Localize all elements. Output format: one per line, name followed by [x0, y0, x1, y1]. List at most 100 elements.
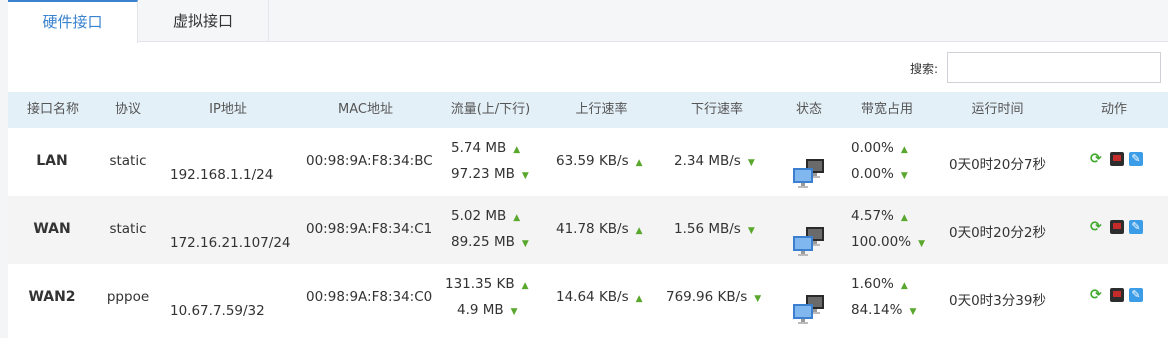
- download-rate: 769.96 KB/s ▼: [666, 289, 761, 305]
- upload-rate-value: 63.59 KB/s: [556, 153, 629, 169]
- download-rate-value: 2.34 MB/s: [674, 153, 741, 169]
- traffic-down: 4.9 MB ▼: [457, 302, 518, 318]
- upload-rate: 14.64 KB/s ▲: [556, 289, 643, 305]
- ip-address: 192.168.1.1/24: [170, 167, 274, 183]
- uptime: 0天0时20分2秒: [949, 225, 1046, 241]
- column-header-traffic[interactable]: 流量(上/下行): [433, 92, 548, 128]
- arrow-down-icon: ▼: [510, 307, 518, 317]
- bandwidth-down-value: 100.00%: [851, 234, 912, 250]
- ip-address: 10.67.7.59/32: [170, 303, 265, 319]
- column-header-uptime[interactable]: 运行时间: [935, 92, 1060, 128]
- arrow-up-icon: ▲: [513, 145, 521, 155]
- column-header-actions[interactable]: 动作: [1060, 92, 1168, 128]
- download-rate: 2.34 MB/s ▼: [674, 153, 755, 169]
- refresh-icon[interactable]: ⟳: [1090, 220, 1104, 234]
- tab-hardware-interface[interactable]: 硬件接口: [8, 0, 138, 43]
- column-header-download-rate[interactable]: 下行速率: [655, 92, 779, 128]
- edit-icon[interactable]: ✎: [1129, 288, 1143, 302]
- monitor-icon[interactable]: [1110, 220, 1124, 234]
- page: 硬件接口 虚拟接口 搜索: 接口名称 协议 IP地址 MAC地址 流量(上/下行…: [0, 0, 1168, 338]
- uptime: 0天0时3分39秒: [949, 293, 1046, 309]
- table-row: WAN2 pppoe 10.67.7.59/32 00:98:9A:F8:34:…: [8, 264, 1168, 332]
- table-row: LAN static 192.168.1.1/24 00:98:9A:F8:34…: [8, 128, 1168, 196]
- arrow-up-icon: ▲: [900, 281, 908, 291]
- traffic-up: 5.02 MB ▲: [451, 208, 520, 224]
- monitor-icon[interactable]: [1110, 288, 1124, 302]
- bandwidth-up: 1.60% ▲: [851, 276, 908, 292]
- bandwidth-up: 0.00% ▲: [851, 140, 908, 156]
- column-header-upload-rate[interactable]: 上行速率: [548, 92, 655, 128]
- arrow-down-icon: ▼: [909, 307, 917, 317]
- mac-address: 00:98:9A:F8:34:BC: [306, 153, 433, 169]
- traffic-up: 5.74 MB ▲: [451, 140, 520, 156]
- bandwidth-up: 4.57% ▲: [851, 208, 908, 224]
- upload-rate: 63.59 KB/s ▲: [556, 153, 643, 169]
- arrow-down-icon: ▼: [747, 226, 755, 236]
- column-header-protocol[interactable]: 协议: [98, 92, 158, 128]
- bandwidth-down-value: 84.14%: [851, 302, 903, 318]
- arrow-up-icon: ▲: [635, 294, 643, 304]
- search-label: 搜索:: [910, 62, 939, 76]
- upload-rate-value: 14.64 KB/s: [556, 289, 629, 305]
- traffic-down: 97.23 MB ▼: [451, 166, 529, 182]
- tab-virtual-interface[interactable]: 虚拟接口: [138, 0, 269, 42]
- column-header-bandwidth[interactable]: 带宽占用: [839, 92, 935, 128]
- traffic-up-value: 5.02 MB: [451, 208, 507, 224]
- download-rate: 1.56 MB/s ▼: [674, 221, 755, 237]
- refresh-icon[interactable]: ⟳: [1090, 152, 1104, 166]
- network-computers-icon: [793, 159, 824, 188]
- column-header-ip[interactable]: IP地址: [158, 92, 298, 128]
- arrow-up-icon: ▲: [635, 226, 643, 236]
- refresh-icon[interactable]: ⟳: [1090, 288, 1104, 302]
- arrow-down-icon: ▼: [900, 171, 908, 181]
- arrow-down-icon: ▼: [521, 171, 529, 181]
- network-computers-icon: [793, 295, 824, 324]
- uptime: 0天0时20分7秒: [949, 157, 1046, 173]
- arrow-down-icon: ▼: [754, 294, 762, 304]
- traffic-up-value: 131.35 KB: [445, 276, 515, 292]
- download-rate-value: 769.96 KB/s: [666, 289, 748, 305]
- arrow-up-icon: ▲: [521, 281, 529, 291]
- bandwidth-down-value: 0.00%: [851, 166, 894, 182]
- traffic-down-value: 4.9 MB: [457, 302, 504, 318]
- interface-name: LAN: [36, 153, 68, 169]
- monitor-icon[interactable]: [1110, 152, 1124, 166]
- protocol: static: [109, 153, 147, 169]
- column-header-status[interactable]: 状态: [779, 92, 839, 128]
- search-input[interactable]: [947, 52, 1161, 83]
- protocol: pppoe: [106, 289, 150, 305]
- bandwidth-down: 100.00% ▼: [851, 234, 925, 250]
- arrow-up-icon: ▲: [635, 158, 643, 168]
- ip-address: 172.16.21.107/24: [170, 235, 291, 251]
- edit-icon[interactable]: ✎: [1129, 220, 1143, 234]
- upload-rate-value: 41.78 KB/s: [556, 221, 629, 237]
- bandwidth-up-value: 0.00%: [851, 140, 894, 156]
- bandwidth-up-value: 4.57%: [851, 208, 894, 224]
- arrow-down-icon: ▼: [918, 239, 925, 249]
- download-rate-value: 1.56 MB/s: [674, 221, 741, 237]
- traffic-up-value: 5.74 MB: [451, 140, 507, 156]
- bandwidth-up-value: 1.60%: [851, 276, 894, 292]
- interface-name: WAN: [33, 221, 71, 237]
- interface-panel: 硬件接口 虚拟接口 搜索: 接口名称 协议 IP地址 MAC地址 流量(上/下行…: [8, 0, 1168, 338]
- column-header-interface-name[interactable]: 接口名称: [8, 92, 98, 128]
- column-header-mac[interactable]: MAC地址: [298, 92, 433, 128]
- traffic-up: 131.35 KB ▲: [445, 276, 529, 292]
- traffic-down-value: 89.25 MB: [451, 234, 515, 250]
- protocol: static: [109, 221, 147, 237]
- table-header: 接口名称 协议 IP地址 MAC地址 流量(上/下行) 上行速率 下行速率 状态…: [8, 92, 1168, 128]
- arrow-down-icon: ▼: [747, 158, 755, 168]
- arrow-up-icon: ▲: [513, 213, 521, 223]
- arrow-up-icon: ▲: [900, 213, 908, 223]
- traffic-down: 89.25 MB ▼: [451, 234, 529, 250]
- arrow-up-icon: ▲: [900, 145, 908, 155]
- bandwidth-down: 84.14% ▼: [851, 302, 916, 318]
- traffic-down-value: 97.23 MB: [451, 166, 515, 182]
- upload-rate: 41.78 KB/s ▲: [556, 221, 643, 237]
- mac-address: 00:98:9A:F8:34:C0: [306, 289, 433, 305]
- table-row: WAN static 172.16.21.107/24 00:98:9A:F8:…: [8, 196, 1168, 264]
- network-computers-icon: [793, 227, 824, 256]
- tab-bar: 硬件接口 虚拟接口: [8, 0, 1168, 43]
- edit-icon[interactable]: ✎: [1129, 152, 1143, 166]
- arrow-down-icon: ▼: [521, 239, 529, 249]
